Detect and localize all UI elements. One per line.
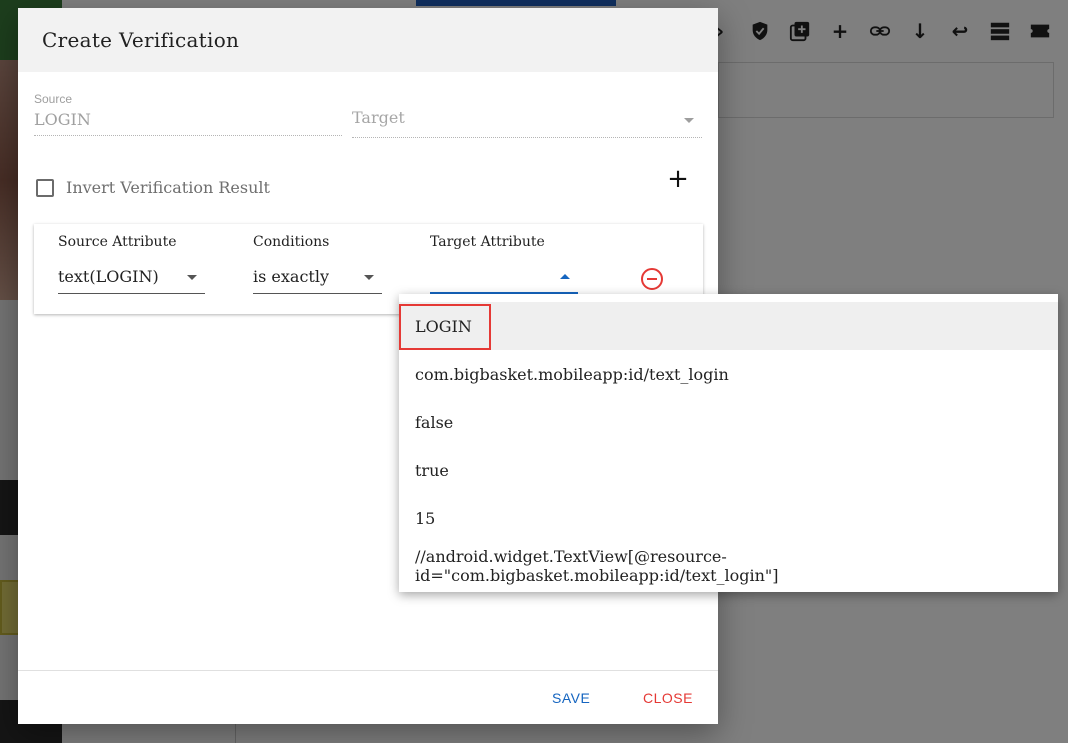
chevron-down-icon xyxy=(187,275,197,280)
target-attribute-header: Target Attribute xyxy=(430,234,545,250)
chevron-down-icon xyxy=(684,118,694,123)
dropdown-option[interactable]: LOGIN xyxy=(399,302,1058,350)
save-button[interactable]: SAVE xyxy=(552,690,590,706)
condition-select[interactable]: is exactly xyxy=(253,264,382,294)
invert-verification-label: Invert Verification Result xyxy=(66,178,270,197)
selection-highlight-box xyxy=(399,304,491,350)
dialog-header: Create Verification xyxy=(18,8,718,72)
source-value: LOGIN xyxy=(34,110,342,136)
source-attribute-select[interactable]: text(LOGIN) xyxy=(58,264,205,294)
target-select[interactable]: Target xyxy=(352,108,702,138)
invert-verification-row[interactable]: Invert Verification Result xyxy=(36,178,270,197)
chevron-down-icon xyxy=(364,275,374,280)
invert-verification-checkbox[interactable] xyxy=(36,178,54,197)
remove-circle-icon[interactable] xyxy=(641,268,663,290)
dropdown-option[interactable]: false xyxy=(399,398,1058,446)
source-attribute-value: text(LOGIN) xyxy=(58,267,159,286)
dropdown-option[interactable]: com.bigbasket.mobileapp:id/text_login xyxy=(399,350,1058,398)
close-button[interactable]: CLOSE xyxy=(643,690,693,706)
dropdown-option[interactable]: 15 xyxy=(399,494,1058,542)
chevron-up-icon xyxy=(560,274,570,279)
target-placeholder: Target xyxy=(352,108,405,127)
source-attribute-header: Source Attribute xyxy=(58,234,177,250)
target-attribute-select[interactable] xyxy=(430,264,578,294)
add-condition-button[interactable]: + xyxy=(666,166,690,192)
condition-value: is exactly xyxy=(253,267,329,286)
conditions-header: Conditions xyxy=(253,234,330,250)
dialog-title: Create Verification xyxy=(42,28,240,52)
dropdown-option[interactable]: //android.widget.TextView[@resource-id="… xyxy=(399,542,1058,590)
footer-divider xyxy=(18,670,718,671)
source-field: Source LOGIN xyxy=(34,92,342,136)
plus-icon: + xyxy=(667,164,689,194)
source-label: Source xyxy=(34,92,73,106)
dropdown-option[interactable]: true xyxy=(399,446,1058,494)
target-attribute-dropdown: LOGIN com.bigbasket.mobileapp:id/text_lo… xyxy=(399,294,1058,592)
